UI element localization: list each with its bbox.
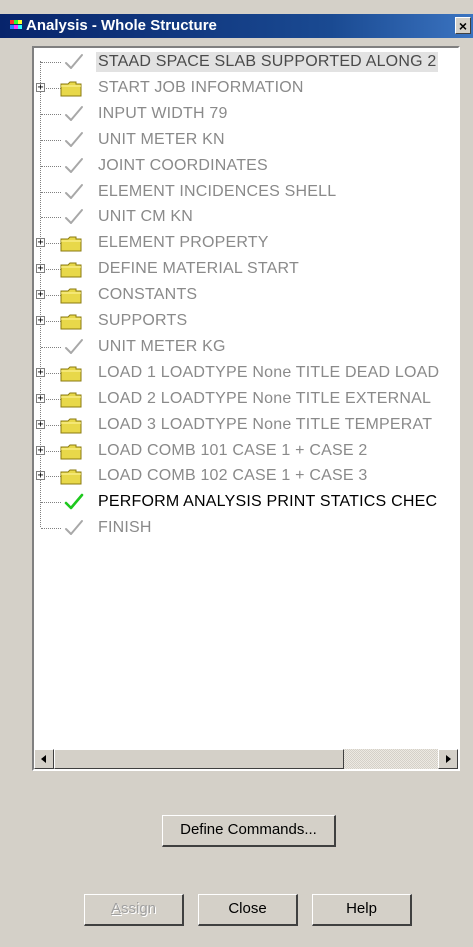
tree-node-label: FINISH — [98, 519, 152, 536]
tree-node-label: JOINT COORDINATES — [98, 157, 268, 174]
expand-plus-icon[interactable]: + — [36, 420, 45, 430]
tree-branch-line — [41, 114, 61, 115]
horizontal-scrollbar[interactable] — [34, 749, 458, 769]
tree-branch-line — [41, 166, 61, 167]
arrow-right-icon — [446, 755, 451, 763]
assign-button[interactable]: Assign — [84, 894, 184, 926]
grey-check-icon — [65, 339, 83, 354]
tree-node[interactable]: ELEMENT INCIDENCES SHELL — [34, 179, 458, 205]
expand-plus-icon[interactable]: + — [36, 264, 45, 274]
expand-plus-icon[interactable]: + — [36, 446, 45, 456]
tree-node[interactable]: UNIT CM KN — [34, 204, 458, 230]
tree-node[interactable]: PERFORM ANALYSIS PRINT STATICS CHEC — [34, 489, 458, 515]
tree-node[interactable]: FINISH — [34, 515, 458, 541]
grey-check-icon — [65, 132, 83, 147]
tree-node-label: LOAD 1 LOADTYPE None TITLE DEAD LOAD — [98, 364, 440, 381]
grey-check-icon — [65, 209, 83, 224]
grey-check-icon — [65, 184, 83, 199]
tree-node[interactable]: + LOAD 1 LOADTYPE None TITLE DEAD LOAD — [34, 360, 458, 386]
tree-node-label: STAAD SPACE SLAB SUPPORTED ALONG 2 — [96, 52, 439, 72]
folder-icon — [60, 469, 82, 485]
expand-plus-icon[interactable]: + — [36, 290, 45, 300]
window-title: Analysis - Whole Structure — [26, 17, 217, 34]
tree-node-label: UNIT METER KN — [98, 131, 225, 148]
arrow-left-icon — [41, 755, 46, 763]
tree-node[interactable]: STAAD SPACE SLAB SUPPORTED ALONG 2 — [34, 49, 458, 75]
tree-node[interactable]: INPUT WIDTH 79 — [34, 101, 458, 127]
tree-node-label: START JOB INFORMATION — [98, 79, 304, 96]
tree-node-label: ELEMENT INCIDENCES SHELL — [98, 183, 337, 200]
tree-node-label: LOAD COMB 101 CASE 1 + CASE 2 — [98, 442, 368, 459]
tree-branch-line — [41, 217, 61, 218]
folder-icon — [60, 262, 82, 278]
tree-node-label: PERFORM ANALYSIS PRINT STATICS CHEC — [98, 493, 438, 510]
grey-check-icon — [65, 54, 83, 69]
tree-node-label: UNIT CM KN — [98, 208, 194, 225]
tree-node[interactable]: + DEFINE MATERIAL START — [34, 256, 458, 282]
grey-check-icon — [65, 158, 83, 173]
scroll-left-button[interactable] — [34, 749, 54, 769]
tree-node-label: DEFINE MATERIAL START — [98, 260, 299, 277]
tree-branch-line — [41, 62, 61, 63]
tree-branch-line — [41, 140, 61, 141]
assign-label-rest: ssign — [120, 900, 157, 917]
tree-node[interactable]: + SUPPORTS — [34, 308, 458, 334]
tree-node-label: ELEMENT PROPERTY — [98, 234, 269, 251]
command-tree[interactable]: STAAD SPACE SLAB SUPPORTED ALONG 2 + START… — [32, 46, 460, 771]
tree-node-label: LOAD COMB 102 CASE 1 + CASE 3 — [98, 467, 368, 484]
tree-node-label: SUPPORTS — [98, 312, 188, 329]
tree-node[interactable]: + CONSTANTS — [34, 282, 458, 308]
tree-node-label: INPUT WIDTH 79 — [98, 105, 228, 122]
folder-icon — [60, 444, 82, 460]
help-button[interactable]: Help — [312, 894, 412, 926]
tree-node[interactable]: + START JOB INFORMATION — [34, 75, 458, 101]
define-commands-button[interactable]: Define Commands... — [162, 815, 336, 847]
tree-node[interactable]: + ELEMENT PROPERTY — [34, 230, 458, 256]
expand-plus-icon[interactable]: + — [36, 394, 45, 404]
tree-node[interactable]: + LOAD 2 LOADTYPE None TITLE EXTERNAL — [34, 386, 458, 412]
tree-node[interactable]: + LOAD COMB 102 CASE 1 + CASE 3 — [34, 463, 458, 489]
folder-icon — [60, 314, 82, 330]
tree-branch-line — [41, 347, 61, 348]
grey-check-icon — [65, 520, 83, 535]
folder-icon — [60, 366, 82, 382]
folder-icon — [60, 81, 82, 97]
tree-branch-line — [41, 192, 61, 193]
folder-icon — [60, 288, 82, 304]
folder-icon — [60, 236, 82, 252]
app-icon — [10, 20, 22, 30]
scroll-right-button[interactable] — [438, 749, 458, 769]
expand-plus-icon[interactable]: + — [36, 368, 45, 378]
tree-branch-line — [41, 502, 61, 503]
tree-node[interactable]: + LOAD COMB 101 CASE 1 + CASE 2 — [34, 438, 458, 464]
green-check-icon — [64, 493, 84, 510]
expand-plus-icon[interactable]: + — [36, 316, 45, 326]
tree-node[interactable]: + LOAD 3 LOADTYPE None TITLE TEMPERAT — [34, 412, 458, 438]
tree-node-label: LOAD 3 LOADTYPE None TITLE TEMPERAT — [98, 416, 433, 433]
grey-check-icon — [65, 106, 83, 121]
assign-label: Assign — [110, 900, 157, 917]
folder-icon — [60, 418, 82, 434]
close-button[interactable]: Close — [198, 894, 298, 926]
tree-node[interactable]: UNIT METER KG — [34, 334, 458, 360]
analysis-dialog: Analysis - Whole Structure × STAAD SPACE… — [0, 0, 473, 947]
title-bar[interactable]: Analysis - Whole Structure × — [0, 14, 473, 38]
tree-branch-line — [41, 528, 61, 529]
close-window-button[interactable]: × — [455, 17, 471, 34]
expand-plus-icon[interactable]: + — [36, 471, 45, 481]
tree-node[interactable]: JOINT COORDINATES — [34, 153, 458, 179]
tree-node-label: UNIT METER KG — [98, 338, 226, 355]
expand-plus-icon[interactable]: + — [36, 238, 45, 248]
tree-node[interactable]: UNIT METER KN — [34, 127, 458, 153]
folder-icon — [60, 392, 82, 408]
expand-plus-icon[interactable]: + — [36, 83, 45, 93]
tree-node-label: LOAD 2 LOADTYPE None TITLE EXTERNAL — [98, 390, 432, 407]
scrollbar-thumb[interactable] — [54, 749, 344, 769]
tree-node-label: CONSTANTS — [98, 286, 198, 303]
